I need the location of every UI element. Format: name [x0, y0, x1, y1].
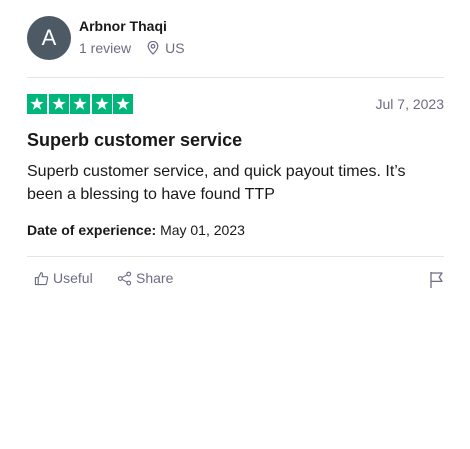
star-4 — [91, 94, 112, 114]
location-pin-icon — [147, 41, 159, 55]
useful-button[interactable]: Useful — [34, 270, 93, 286]
divider — [27, 77, 444, 78]
star-3 — [70, 94, 90, 114]
useful-label: Useful — [53, 270, 93, 286]
review-count: 1 review — [79, 40, 132, 56]
review-actions: Useful Share — [27, 270, 444, 292]
star-icon — [30, 97, 44, 110]
experience-label: Date of experience: — [27, 222, 157, 238]
reviewer-header: A Arbnor Thaqi 1 review US — [27, 16, 444, 62]
review-title[interactable]: Superb customer service — [27, 130, 242, 151]
star-icon — [73, 97, 87, 110]
avatar[interactable]: A — [27, 16, 71, 60]
star-icon — [116, 97, 130, 110]
reviewer-name[interactable]: Arbnor Thaqi — [79, 18, 167, 34]
share-icon — [117, 271, 132, 285]
star-icon — [94, 97, 109, 110]
experience-date: May 01, 2023 — [160, 222, 245, 238]
report-flag-button[interactable] — [429, 271, 444, 294]
flag-icon — [430, 272, 443, 288]
star-5 — [113, 94, 133, 114]
date-of-experience: Date of experience: May 01, 2023 — [27, 222, 245, 238]
review-date: Jul 7, 2023 — [375, 96, 445, 112]
share-button[interactable]: Share — [117, 270, 173, 286]
star-2 — [48, 94, 69, 114]
reviewer-meta: 1 review US — [79, 40, 185, 56]
star-icon — [51, 97, 66, 110]
location-text: US — [165, 40, 185, 56]
star-1 — [27, 94, 47, 114]
reviewer-location: US — [147, 40, 185, 56]
star-rating — [27, 94, 135, 114]
divider — [27, 256, 444, 257]
review-body: Superb customer service, and quick payou… — [27, 163, 406, 203]
share-label: Share — [136, 270, 174, 286]
thumbs-up-icon — [34, 271, 49, 285]
